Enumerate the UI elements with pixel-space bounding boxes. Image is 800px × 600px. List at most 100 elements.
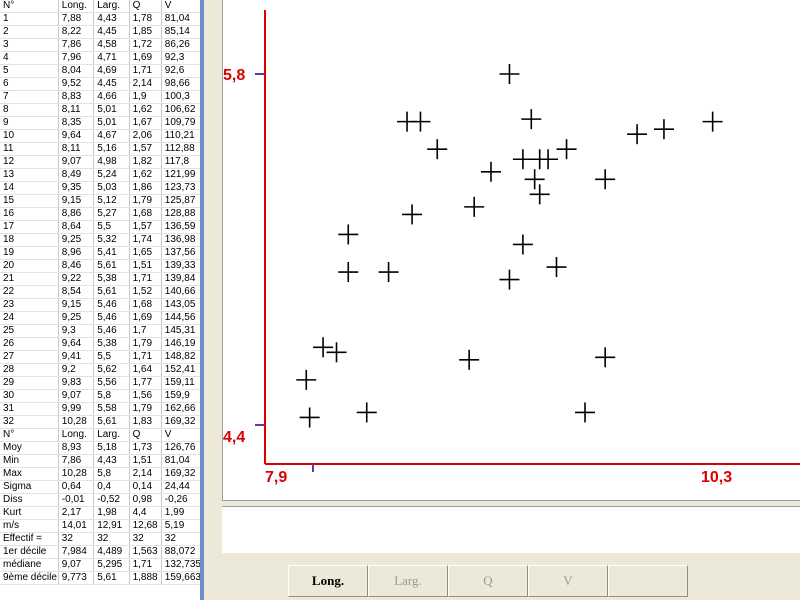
scatter-point: [546, 257, 567, 278]
table-cell: 5,24: [93, 168, 130, 182]
table-cell: 8,54: [58, 285, 95, 299]
table-cell: 5,01: [93, 116, 130, 130]
table-cell: 4,66: [93, 90, 130, 104]
scatter-point: [338, 262, 359, 283]
table-cell: 1,563: [129, 545, 162, 559]
table-cell: 7,88: [58, 12, 95, 26]
table-cell: 0,98: [129, 493, 162, 507]
table-cell: 5: [0, 64, 59, 78]
table-row: 25 9,3 5,46 1,7 145,31: [0, 324, 202, 338]
table-cell: 0,14: [129, 480, 162, 494]
table-cell: 9: [0, 116, 59, 130]
table-row: 15 9,15 5,12 1,79 125,87: [0, 194, 202, 208]
table-cell: 5,61: [93, 571, 130, 585]
table-cell: 1,888: [129, 571, 162, 585]
table-cell: 17: [0, 220, 59, 234]
table-cell: Q: [129, 428, 162, 442]
long-button[interactable]: Long.: [288, 565, 368, 597]
q-button[interactable]: Q: [448, 565, 528, 597]
table-cell: 148,82: [161, 350, 202, 364]
table-cell: 21: [0, 272, 59, 286]
v-button[interactable]: V: [528, 565, 608, 597]
scatter-point: [299, 407, 320, 428]
table-cell: 4,489: [93, 545, 130, 559]
y-axis-label-min: 4,4: [223, 429, 245, 446]
table-cell: 2: [0, 25, 59, 39]
table-cell: 143,05: [161, 298, 202, 312]
scatter-point: [521, 109, 542, 130]
table-cell: 1,79: [129, 194, 162, 208]
table-cell: 8,22: [58, 25, 95, 39]
table-cell: Min: [0, 454, 59, 468]
table-cell: 18: [0, 233, 59, 247]
table-cell: 8,96: [58, 246, 95, 260]
table-cell: Long.: [58, 428, 95, 442]
blank-button[interactable]: [608, 565, 688, 597]
table-cell: 15: [0, 194, 59, 208]
scatter-point: [556, 139, 577, 160]
scatter-point: [529, 184, 550, 205]
table-scrollbar[interactable]: [200, 0, 204, 600]
table-cell: 159,663: [161, 571, 202, 585]
table-cell: 8,93: [58, 441, 95, 455]
scatter-point: [627, 124, 648, 145]
table-cell: 1,79: [129, 337, 162, 351]
table-cell: 5,12: [93, 194, 130, 208]
table-cell: 11: [0, 142, 59, 156]
table-cell: 136,98: [161, 233, 202, 247]
table-row: 8 8,11 5,01 1,62 106,62: [0, 103, 202, 117]
table-row: 11 8,11 5,16 1,57 112,88: [0, 142, 202, 156]
table-row: 32 10,28 5,61 1,83 169,32: [0, 415, 202, 429]
table-cell: 19: [0, 246, 59, 260]
table-cell: 1,67: [129, 116, 162, 130]
table-cell: 9,99: [58, 402, 95, 416]
scatter-point: [575, 402, 596, 423]
scatter-point: [499, 269, 520, 290]
table-cell: 5,8: [93, 389, 130, 403]
table-cell: 1,86: [129, 181, 162, 195]
table-cell: 32: [58, 532, 95, 546]
table-cell: 25: [0, 324, 59, 338]
table-cell: 5,5: [93, 220, 130, 234]
table-row: 20 8,46 5,61 1,51 139,33: [0, 259, 202, 273]
table-cell: 23: [0, 298, 59, 312]
table-cell: 1,68: [129, 207, 162, 221]
table-cell: 1,69: [129, 311, 162, 325]
table-cell: 9,07: [58, 155, 95, 169]
table-cell: 8,46: [58, 259, 95, 273]
table-cell: 4,45: [93, 77, 130, 91]
table-cell: 139,84: [161, 272, 202, 286]
table-row: 14 9,35 5,03 1,86 123,73: [0, 181, 202, 195]
table-cell: 27: [0, 350, 59, 364]
table-cell: 1,71: [129, 558, 162, 572]
table-cell: 14: [0, 181, 59, 195]
scatter-point: [524, 169, 545, 190]
data-table: N° Long. Larg. Q V 1 7,88 4,43 1,78 81,04 2 8,22 4,4…: [0, 0, 202, 585]
table-cell: 1,82: [129, 155, 162, 169]
table-cell: -0,26: [161, 493, 202, 507]
table-cell: 123,73: [161, 181, 202, 195]
table-cell: 1,71: [129, 64, 162, 78]
table-cell: 128,88: [161, 207, 202, 221]
larg-button[interactable]: Larg.: [368, 565, 448, 597]
table-row: 16 8,86 5,27 1,68 128,88: [0, 207, 202, 221]
table-cell: 144,56: [161, 311, 202, 325]
x-axis-label-min: 7,9: [265, 469, 287, 486]
table-cell: 9,3: [58, 324, 95, 338]
table-cell: N°: [0, 428, 59, 442]
table-row: 4 7,96 4,71 1,69 92,3: [0, 51, 202, 65]
table-cell: 126,76: [161, 441, 202, 455]
table-cell: 2,06: [129, 129, 162, 143]
table-cell: 9ème décile: [0, 571, 59, 585]
scatter-point: [702, 111, 723, 132]
table-cell: 30: [0, 389, 59, 403]
table-cell: 1,85: [129, 25, 162, 39]
table-cell: 0,64: [58, 480, 95, 494]
table-cell: 32: [129, 532, 162, 546]
table-cell: 8,04: [58, 64, 95, 78]
table-cell: 13: [0, 168, 59, 182]
table-row: 19 8,96 5,41 1,65 137,56: [0, 246, 202, 260]
table-cell: 9,07: [58, 558, 95, 572]
scatter-plot-frame: 5,8 4,4 7,9 10,3: [222, 0, 800, 501]
table-cell: 12,68: [129, 519, 162, 533]
